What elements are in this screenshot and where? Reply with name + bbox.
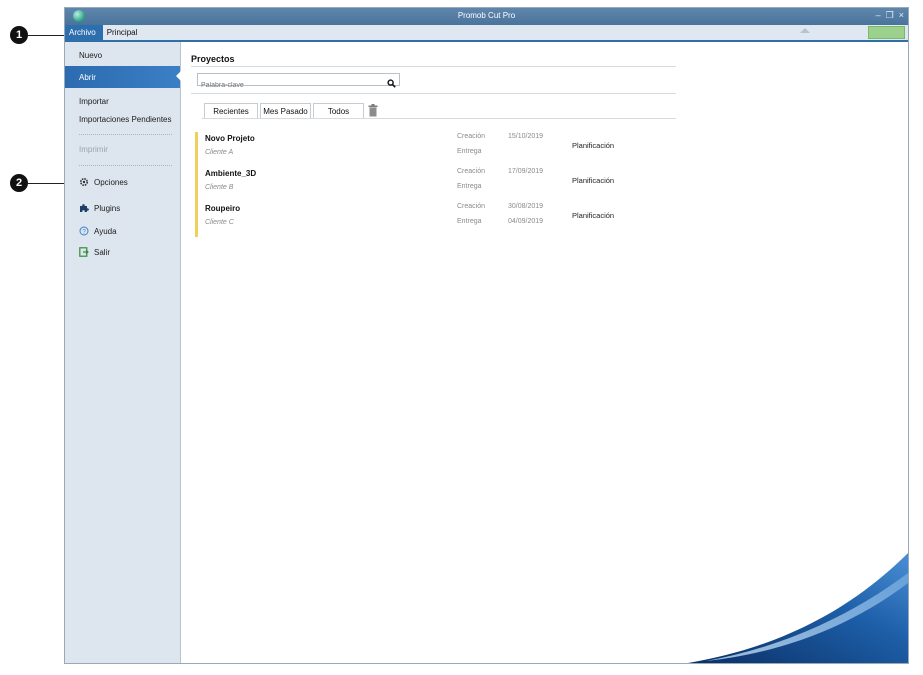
callout-1: 1 bbox=[10, 26, 28, 44]
callout-1-line bbox=[28, 35, 68, 36]
tab-todos[interactable]: Todos bbox=[313, 103, 364, 118]
creation-label: Creación bbox=[457, 203, 486, 210]
sidebar-item-abrir-label: Abrir bbox=[79, 72, 96, 82]
title-bar: Promob Cut Pro – ❐ × bbox=[65, 8, 908, 25]
svg-text:?: ? bbox=[82, 229, 86, 236]
sidebar-item-importar[interactable]: Importar bbox=[65, 92, 180, 110]
menu-archivo[interactable]: Archivo bbox=[65, 25, 103, 40]
project-status: Planificación bbox=[572, 211, 615, 220]
restore-button[interactable]: ❐ bbox=[886, 10, 894, 21]
project-name: Novo Projeto bbox=[205, 134, 255, 143]
delivery-label: Entrega bbox=[457, 148, 482, 155]
tab-mes-pasado[interactable]: Mes Pasado bbox=[260, 103, 311, 118]
project-filter-tabs: Recientes Mes Pasado Todos bbox=[204, 103, 366, 118]
exit-icon bbox=[79, 247, 89, 257]
search-input[interactable] bbox=[198, 80, 378, 91]
project-name: Roupeiro bbox=[205, 204, 241, 213]
project-status: Planificación bbox=[572, 176, 615, 185]
sidebar-separator bbox=[79, 165, 172, 166]
project-client: Cliente A bbox=[205, 149, 234, 156]
search-icon[interactable] bbox=[387, 75, 396, 93]
delivery-label: Entrega bbox=[457, 218, 482, 225]
delivery-label: Entrega bbox=[457, 183, 482, 190]
sidebar-item-ayuda-label: Ayuda bbox=[94, 226, 117, 236]
tab-recientes[interactable]: Recientes bbox=[204, 103, 258, 118]
sidebar-item-salir[interactable]: Salir bbox=[65, 242, 180, 262]
trash-icon[interactable] bbox=[368, 104, 378, 122]
close-button[interactable]: × bbox=[899, 10, 904, 21]
tabs-divider bbox=[202, 118, 676, 119]
sidebar-item-ayuda[interactable]: ? Ayuda bbox=[65, 220, 180, 242]
delivery-date: 04/09/2019 bbox=[508, 218, 544, 225]
list-item[interactable]: Ambiente_3D Cliente B Creación Entrega 1… bbox=[195, 167, 655, 202]
file-sidebar: Nuevo Abrir Importar Importaciones Pendi… bbox=[65, 42, 181, 663]
project-client: Cliente C bbox=[205, 219, 234, 226]
project-name: Ambiente_3D bbox=[205, 169, 257, 178]
page-title: Proyectos bbox=[191, 54, 235, 64]
sidebar-item-importar-label: Importar bbox=[79, 96, 109, 106]
menu-principal[interactable]: Principal bbox=[103, 25, 145, 40]
creation-date: 15/10/2019 bbox=[508, 133, 544, 140]
creation-label: Creación bbox=[457, 168, 486, 175]
sidebar-item-abrir[interactable]: Abrir bbox=[65, 66, 181, 88]
title-divider bbox=[191, 66, 676, 67]
sidebar-item-imprimir-label: Imprimir bbox=[79, 144, 108, 154]
project-list: Novo Projeto Cliente A Creación Entrega … bbox=[195, 132, 655, 237]
search-field[interactable] bbox=[197, 73, 400, 91]
creation-date: 17/09/2019 bbox=[508, 168, 544, 175]
menu-bar: Archivo Principal bbox=[65, 25, 908, 42]
window-title: Promob Cut Pro bbox=[457, 11, 516, 20]
search-divider bbox=[191, 93, 676, 94]
list-item[interactable]: Novo Projeto Cliente A Creación Entrega … bbox=[195, 132, 655, 167]
callout-1-label: 1 bbox=[15, 29, 23, 41]
creation-date: 30/08/2019 bbox=[508, 203, 544, 210]
sidebar-item-opciones-label: Opciones bbox=[94, 177, 128, 187]
project-client: Cliente B bbox=[205, 184, 234, 191]
green-action-button[interactable] bbox=[868, 26, 905, 39]
app-window: Promob Cut Pro – ❐ × Archivo Principal N… bbox=[64, 7, 909, 664]
creation-label: Creación bbox=[457, 133, 486, 140]
callout-2: 2 bbox=[10, 174, 28, 192]
main-panel: Proyectos Recientes Mes Pasado Todos Nov… bbox=[182, 42, 908, 663]
sidebar-item-plugins[interactable]: Plugins bbox=[65, 196, 180, 220]
callout-2-label: 2 bbox=[15, 177, 23, 189]
help-icon: ? bbox=[79, 226, 89, 236]
puzzle-icon bbox=[79, 203, 89, 213]
window-controls: – ❐ × bbox=[876, 10, 904, 21]
list-item[interactable]: Roupeiro Cliente C Creación Entrega 30/0… bbox=[195, 202, 655, 237]
sidebar-item-opciones[interactable]: Opciones bbox=[65, 168, 180, 196]
sidebar-item-imprimir: Imprimir bbox=[65, 135, 180, 163]
minimize-button[interactable]: – bbox=[876, 10, 881, 21]
project-status: Planificación bbox=[572, 141, 615, 150]
sidebar-item-importaciones-label: Importaciones Pendientes bbox=[79, 114, 172, 124]
sidebar-item-plugins-label: Plugins bbox=[94, 203, 121, 213]
sidebar-item-salir-label: Salir bbox=[94, 247, 111, 257]
sidebar-item-nuevo-label: Nuevo bbox=[79, 50, 103, 60]
gear-icon bbox=[79, 177, 89, 187]
brand-swoosh-graphic bbox=[688, 553, 908, 663]
sidebar-item-nuevo[interactable]: Nuevo bbox=[65, 44, 180, 66]
collapse-ribbon-icon[interactable] bbox=[800, 28, 810, 33]
sidebar-item-importaciones-pendientes[interactable]: Importaciones Pendientes bbox=[65, 110, 180, 128]
